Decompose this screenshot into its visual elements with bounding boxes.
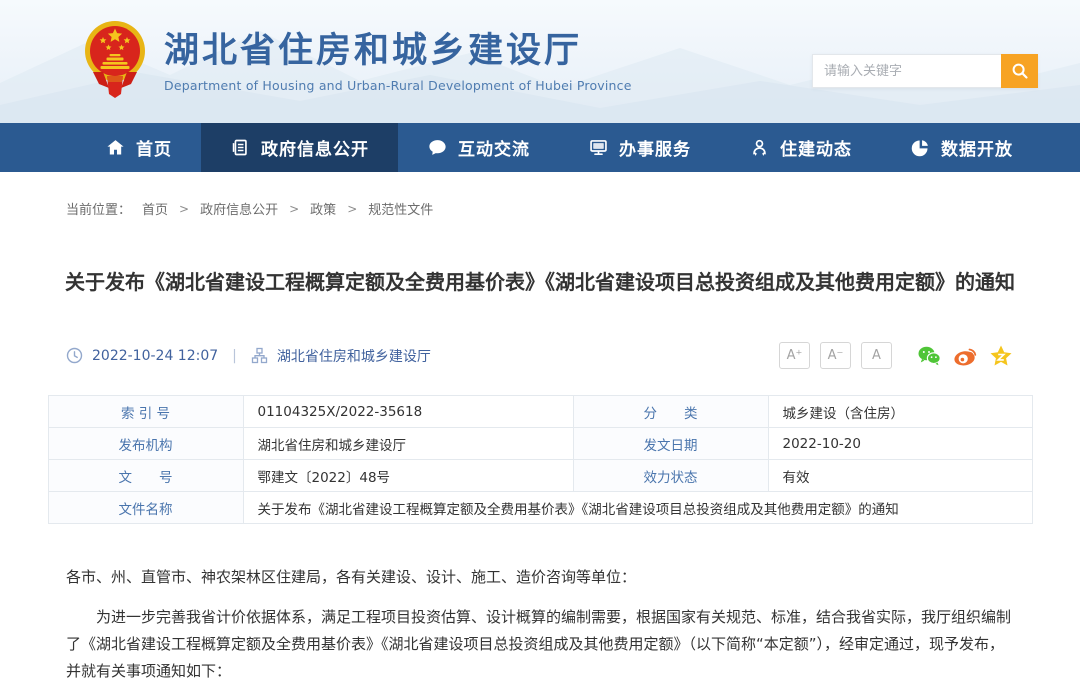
breadcrumb-normative-docs[interactable]: 规范性文件 — [368, 199, 433, 218]
meta-divider: | — [232, 348, 237, 364]
article-meta-right: A⁺ A⁻ A — [779, 342, 1014, 369]
nav-item-label: 数据开放 — [941, 135, 1013, 160]
search-icon — [1011, 62, 1029, 80]
site-header: 湖北省住房和城乡建设厅 Department of Housing and Ur… — [0, 0, 1080, 123]
info-label-validity-status: 效力状态 — [573, 460, 768, 492]
nav-item-services[interactable]: 办事服务 — [559, 123, 720, 172]
nav-item-gov-info[interactable]: 政府信息公开 — [201, 123, 398, 172]
info-label-issuing-agency: 发布机构 — [48, 428, 243, 460]
nav-item-label: 互动交流 — [458, 135, 530, 160]
table-row: 发布机构 湖北省住房和城乡建设厅 发文日期 2022-10-20 — [48, 428, 1032, 460]
font-increase-button[interactable]: A⁺ — [779, 342, 810, 369]
article-body: 各市、州、直管市、神农架林区住建局，各有关建设、设计、施工、造价咨询等单位： 为… — [66, 564, 1014, 685]
nav-item-interaction[interactable]: 互动交流 — [398, 123, 559, 172]
nav-item-label: 政府信息公开 — [261, 135, 369, 160]
nav-item-label: 住建动态 — [780, 135, 852, 160]
article-title: 关于发布《湖北省建设工程概算定额及全费用基价表》《湖北省建设项目总投资组成及其他… — [64, 268, 1016, 296]
table-row: 索 引 号 01104325X/2022-35618 分 类 城乡建设（含住房） — [48, 396, 1032, 428]
site-title-block: 湖北省住房和城乡建设厅 Department of Housing and Ur… — [164, 31, 632, 93]
info-value-category: 城乡建设（含住房） — [768, 396, 1032, 428]
pie-chart-icon — [910, 137, 931, 158]
site-search — [812, 54, 1038, 88]
document-info-table: 索 引 号 01104325X/2022-35618 分 类 城乡建设（含住房）… — [48, 395, 1033, 524]
nav-item-home[interactable]: 首页 — [76, 123, 201, 172]
search-button[interactable] — [1001, 54, 1038, 88]
wechat-icon[interactable] — [916, 343, 942, 369]
article-meta-left: 2022-10-24 12:07 | 湖北省住房和城乡建设厅 — [66, 346, 431, 366]
breadcrumb-home[interactable]: 首页 — [142, 199, 168, 218]
info-value-doc-name: 关于发布《湖北省建设工程概算定额及全费用基价表》《湖北省建设项目总投资组成及其他… — [243, 492, 1032, 524]
breadcrumb-prefix: 当前位置： — [66, 199, 131, 218]
search-input[interactable] — [812, 54, 1001, 88]
home-icon — [105, 137, 126, 158]
info-value-doc-number: 鄂建文〔2022〕48号 — [243, 460, 573, 492]
body-paragraph: 各市、州、直管市、神农架林区住建局，各有关建设、设计、施工、造价咨询等单位： — [66, 564, 1014, 591]
nav-item-label: 首页 — [136, 135, 172, 160]
document-icon — [230, 137, 251, 158]
monitor-icon — [588, 137, 609, 158]
organization-icon — [251, 347, 268, 364]
info-label-category: 分 类 — [573, 396, 768, 428]
site-subtitle: Department of Housing and Urban-Rural De… — [164, 78, 632, 93]
font-decrease-button[interactable]: A⁻ — [820, 342, 851, 369]
person-badge-icon — [749, 137, 770, 158]
info-value-validity-status: 有效 — [768, 460, 1032, 492]
site-title: 湖北省住房和城乡建设厅 — [164, 31, 632, 71]
nav-item-news[interactable]: 住建动态 — [720, 123, 881, 172]
chat-bubble-icon — [427, 137, 448, 158]
nav-item-open-data[interactable]: 数据开放 — [881, 123, 1042, 172]
info-value-issue-date: 2022-10-20 — [768, 428, 1032, 460]
info-label-index-number: 索 引 号 — [48, 396, 243, 428]
clock-icon — [66, 347, 83, 364]
article-source[interactable]: 湖北省住房和城乡建设厅 — [277, 346, 431, 366]
article-meta: 2022-10-24 12:07 | 湖北省住房和城乡建设厅 A⁺ A⁻ A — [66, 342, 1014, 369]
breadcrumb-separator: > — [289, 202, 299, 216]
info-label-issue-date: 发文日期 — [573, 428, 768, 460]
info-label-doc-number: 文 号 — [48, 460, 243, 492]
breadcrumb-separator: > — [179, 202, 189, 216]
publish-time: 2022-10-24 12:07 — [92, 348, 218, 364]
breadcrumb-policy[interactable]: 政策 — [310, 199, 336, 218]
nav-item-label: 办事服务 — [619, 135, 691, 160]
main-nav: 首页 政府信息公开 互动交流 办事服务 住建 — [0, 123, 1080, 172]
font-reset-button[interactable]: A — [861, 342, 892, 369]
body-paragraph: 为进一步完善我省计价依据体系，满足工程项目投资估算、设计概算的编制需要，根据国家… — [66, 604, 1014, 685]
info-value-issuing-agency: 湖北省住房和城乡建设厅 — [243, 428, 573, 460]
breadcrumb: 当前位置： 首页 > 政府信息公开 > 政策 > 规范性文件 — [66, 199, 1014, 218]
site-brand: 湖北省住房和城乡建设厅 Department of Housing and Ur… — [83, 16, 632, 108]
china-national-emblem-logo — [83, 16, 147, 108]
info-label-doc-name: 文件名称 — [48, 492, 243, 524]
table-row: 文 号 鄂建文〔2022〕48号 效力状态 有效 — [48, 460, 1032, 492]
breadcrumb-separator: > — [347, 202, 357, 216]
info-value-index-number: 01104325X/2022-35618 — [243, 396, 573, 428]
qzone-star-icon[interactable] — [988, 343, 1014, 369]
breadcrumb-gov-info[interactable]: 政府信息公开 — [200, 199, 278, 218]
weibo-icon[interactable] — [952, 343, 978, 369]
table-row: 文件名称 关于发布《湖北省建设工程概算定额及全费用基价表》《湖北省建设项目总投资… — [48, 492, 1032, 524]
